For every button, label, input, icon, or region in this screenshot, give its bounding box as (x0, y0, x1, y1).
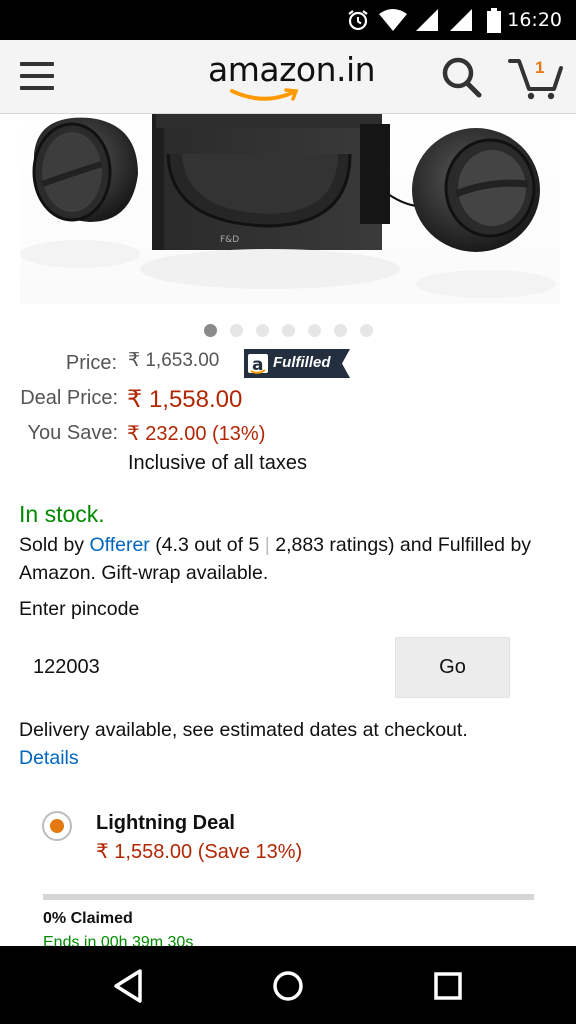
carousel-dot[interactable] (230, 324, 243, 337)
carousel-dot[interactable] (256, 324, 269, 337)
delivery-info: Delivery available, see estimated dates … (19, 716, 559, 772)
deal-price: ₹ 1,558.00 (Save 13%) (96, 841, 303, 863)
search-icon[interactable] (440, 56, 484, 98)
deal-price-value: ₹ 1,558.00 (127, 386, 243, 413)
pincode-label: Enter pincode (19, 598, 140, 620)
back-icon[interactable] (108, 966, 148, 1006)
cart-icon[interactable]: 1 (506, 52, 566, 102)
fulfilled-label: Fulfilled (273, 354, 331, 371)
fulfilled-badge: a Fulfilled (244, 349, 350, 378)
rating-separator: | (264, 534, 270, 556)
logo-smile-icon (230, 88, 299, 101)
you-save-value: ₹ 232.00 (13%) (127, 423, 266, 445)
carousel-dot[interactable] (360, 324, 373, 337)
app-header: amazon.in 1 (0, 40, 576, 114)
product-image[interactable]: F&D (20, 114, 560, 304)
carousel-dot[interactable] (308, 324, 321, 337)
deal-title: Lightning Deal (96, 812, 235, 834)
battery-icon (486, 8, 502, 39)
logo-text: amazon.in (208, 50, 376, 89)
cart-count-badge: 1 (535, 58, 545, 77)
tax-note: Inclusive of all taxes (128, 452, 307, 474)
you-save-label: You Save: (27, 422, 118, 444)
system-nav-bar (0, 946, 576, 1024)
price-label: Price: (65, 352, 117, 374)
pincode-go-button[interactable]: Go (395, 637, 510, 698)
deal-claimed-progress (43, 894, 534, 900)
carousel-dot[interactable] (204, 324, 217, 337)
wifi-icon (378, 8, 408, 37)
lightning-deal-radio[interactable] (42, 811, 72, 841)
signal-icon (414, 8, 440, 37)
sold-by-prefix: Sold by (19, 534, 85, 556)
status-time: 16:20 (507, 9, 562, 31)
deal-price-label: Deal Price: (20, 387, 118, 409)
recents-icon[interactable] (428, 966, 468, 1006)
delivery-text: Delivery available, see estimated dates … (19, 719, 468, 741)
carousel-dot[interactable] (334, 324, 347, 337)
radio-selected-indicator (50, 819, 64, 833)
delivery-details-link[interactable]: Details (19, 744, 559, 772)
seller-link[interactable]: Offerer (89, 534, 149, 556)
status-bar: 16:20 (0, 0, 576, 40)
signal-icon (448, 8, 474, 37)
seller-rating: (4.3 out of 5 (155, 534, 260, 556)
seller-info: Sold by Offerer (4.3 out of 5 | 2,883 ra… (19, 531, 559, 587)
menu-icon[interactable] (20, 62, 54, 92)
svg-text:F&D: F&D (220, 235, 239, 245)
list-price: ₹ 1,653.00 (128, 350, 220, 371)
carousel-dot[interactable] (282, 324, 295, 337)
alarm-icon (346, 8, 370, 37)
stock-status: In stock. (19, 501, 105, 527)
pincode-input[interactable] (19, 637, 389, 697)
claimed-text: 0% Claimed (43, 910, 133, 927)
home-icon[interactable] (268, 966, 308, 1006)
amazon-logo[interactable]: amazon.in (208, 50, 376, 106)
